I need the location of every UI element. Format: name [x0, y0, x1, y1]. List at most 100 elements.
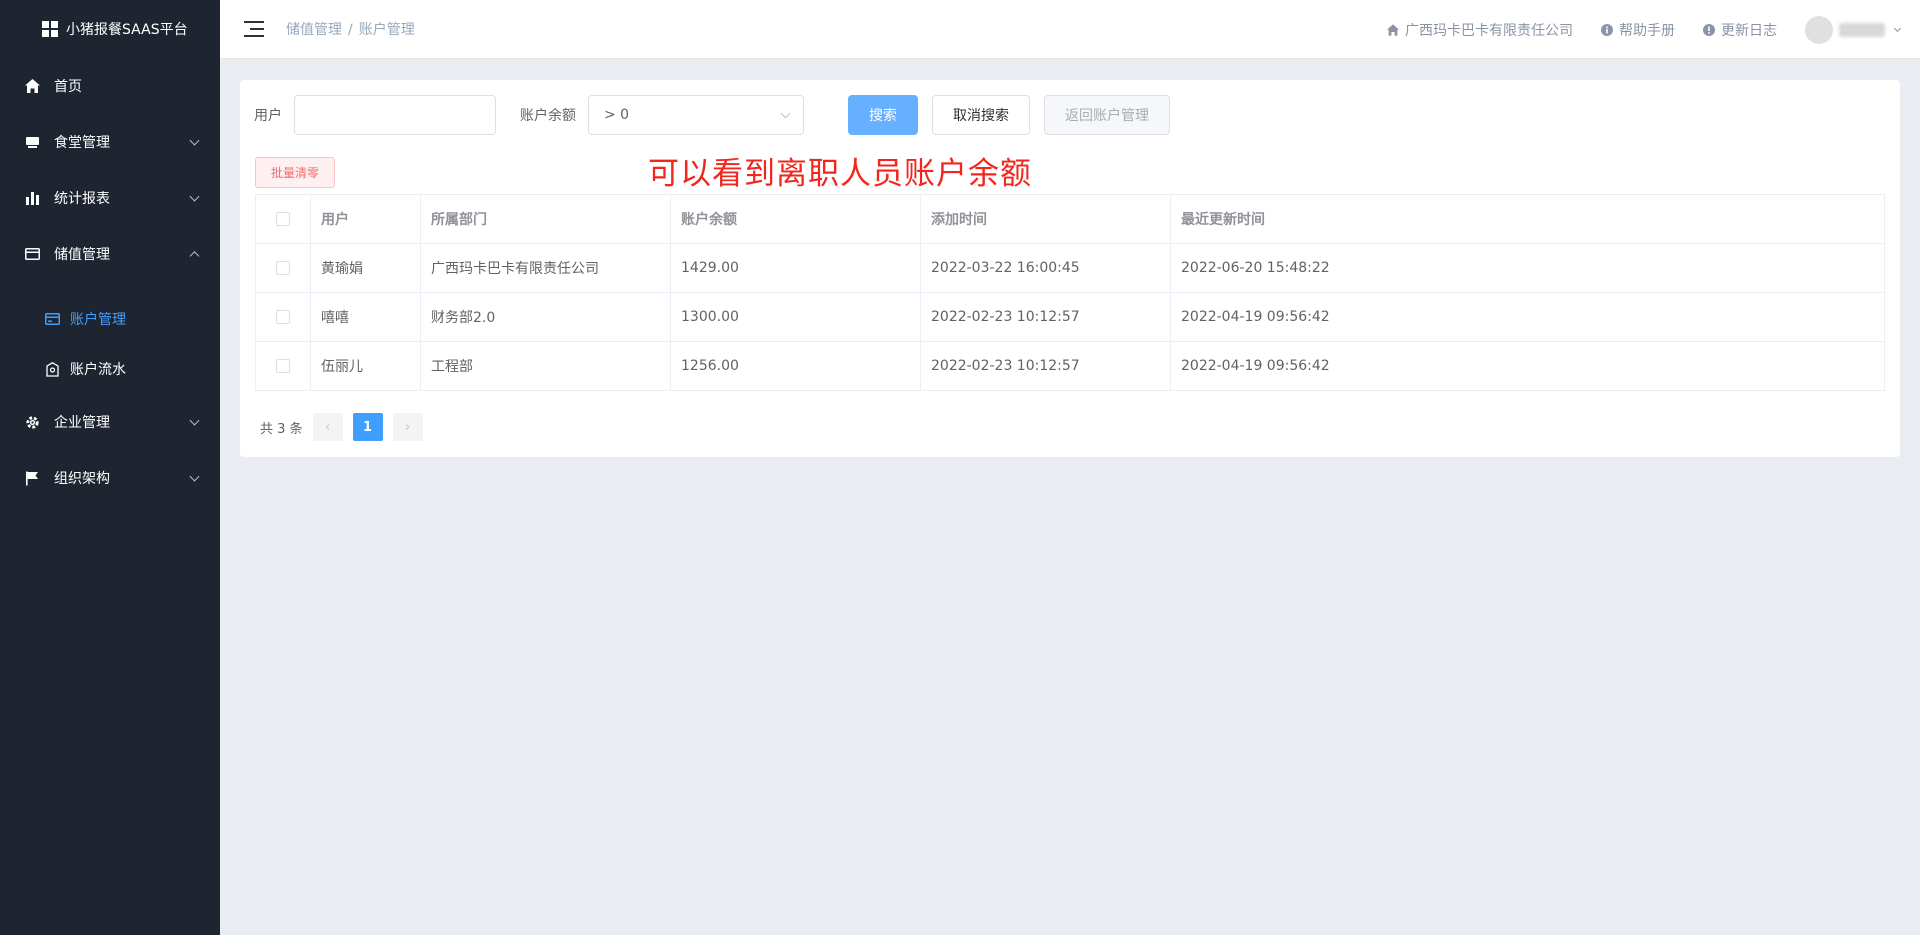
company-name: 广西玛卡巴卡有限责任公司	[1405, 22, 1573, 39]
cell-department: 财务部2.0	[420, 292, 671, 342]
changelog-label: 更新日志	[1721, 22, 1777, 39]
home-icon	[24, 78, 40, 94]
cell-department: 工程部	[420, 341, 671, 391]
table-row: 伍丽儿 工程部 1256.00 2022-02-23 10:12:57 2022…	[255, 341, 1885, 391]
sidebar-item-label: 食堂管理	[54, 135, 110, 151]
row-checkbox[interactable]	[276, 310, 290, 324]
sidebar-item-stored-value[interactable]: 储值管理	[0, 226, 220, 282]
card-icon	[24, 246, 40, 262]
chevron-down-icon	[1893, 24, 1902, 32]
chevron-down-icon	[780, 108, 791, 119]
user-menu[interactable]	[1805, 15, 1902, 44]
info-icon	[1601, 23, 1613, 36]
help-label: 帮助手册	[1619, 22, 1675, 39]
top-header: 储值管理 / 账户管理 广西玛卡巴卡有限责任公司 帮助手册 更新日志	[220, 0, 1920, 59]
column-header: 添加时间	[920, 194, 1171, 244]
cell-updated: 2022-06-20 15:48:22	[1170, 243, 1885, 293]
username-blurred	[1839, 22, 1885, 37]
sidebar-item-label: 储值管理	[54, 247, 110, 263]
back-to-accounts-button[interactable]: 返回账户管理	[1044, 95, 1170, 135]
sidebar-item-enterprise[interactable]: 企业管理	[0, 394, 220, 450]
changelog-link[interactable]: 更新日志	[1703, 20, 1777, 40]
main-card: 用户 账户余额 > 0 搜索 取消搜索 返回账户管理 批量清零 可以看到离职人员…	[240, 80, 1900, 457]
cell-balance: 1300.00	[670, 292, 921, 342]
wallet-icon	[44, 361, 60, 377]
brand-name: 小猪报餐SAAS平台	[66, 22, 188, 38]
prev-page-button[interactable]: ‹	[312, 413, 343, 441]
page-number-button[interactable]: 1	[352, 413, 383, 441]
pagination: 共 3 条 ‹ 1 ›	[260, 413, 423, 441]
balance-filter-label: 账户余额	[520, 108, 576, 124]
balance-filter-select[interactable]: > 0	[588, 95, 804, 135]
row-select-cell	[255, 243, 311, 293]
sidebar-item-canteen[interactable]: 食堂管理	[0, 114, 220, 170]
table-row: 黄瑜娟 广西玛卡巴卡有限责任公司 1429.00 2022-03-22 16:0…	[255, 243, 1885, 293]
select-all-checkbox[interactable]	[276, 212, 290, 226]
table-row: 嘻嘻 财务部2.0 1300.00 2022-02-23 10:12:57 20…	[255, 292, 1885, 342]
home-icon	[1387, 23, 1399, 36]
sidebar-subitem-account-flow[interactable]: 账户流水	[0, 344, 220, 394]
company-link[interactable]: 广西玛卡巴卡有限责任公司	[1387, 20, 1573, 40]
flag-icon	[24, 470, 40, 486]
row-select-cell	[255, 292, 311, 342]
sidebar-subitem-account-management[interactable]: 账户管理	[0, 294, 220, 344]
sidebar-item-home[interactable]: 首页	[0, 58, 220, 114]
chevron-down-icon	[189, 415, 200, 426]
search-button[interactable]: 搜索	[848, 95, 918, 135]
accounts-table: 用户 所属部门 账户余额 添加时间 最近更新时间 黄瑜娟 广西玛卡巴卡有限责任公…	[255, 194, 1885, 391]
gear-icon	[24, 414, 40, 430]
column-header: 最近更新时间	[1170, 194, 1885, 244]
table-header-row: 用户 所属部门 账户余额 添加时间 最近更新时间	[255, 194, 1885, 244]
chevron-up-icon	[189, 251, 200, 262]
cell-updated: 2022-04-19 09:56:42	[1170, 292, 1885, 342]
breadcrumb-item-current: 账户管理	[358, 22, 415, 38]
sidebar-subitem-label: 账户管理	[70, 312, 126, 328]
cell-user: 嘻嘻	[310, 292, 421, 342]
breadcrumb-item[interactable]: 储值管理	[286, 22, 342, 38]
avatar	[1805, 15, 1833, 44]
filter-row: 用户 账户余额 > 0 搜索 取消搜索 返回账户管理	[254, 95, 1184, 135]
cell-user: 黄瑜娟	[310, 243, 421, 293]
cell-user: 伍丽儿	[310, 341, 421, 391]
canteen-icon	[24, 134, 40, 150]
column-header: 用户	[310, 194, 421, 244]
chevron-down-icon	[189, 135, 200, 146]
chevron-down-icon	[189, 471, 200, 482]
sidebar-item-label: 组织架构	[54, 471, 110, 487]
batch-clear-button[interactable]: 批量清零	[255, 157, 335, 188]
sidebar-item-label: 企业管理	[54, 415, 110, 431]
sidebar: 小猪报餐SAAS平台 首页 食堂管理 统计报表 储值管理 账户管理 账户流水 企…	[0, 0, 220, 935]
brand[interactable]: 小猪报餐SAAS平台	[0, 0, 220, 58]
sidebar-item-reports[interactable]: 统计报表	[0, 170, 220, 226]
alert-icon	[1703, 23, 1715, 36]
cell-balance: 1256.00	[670, 341, 921, 391]
chevron-down-icon	[189, 191, 200, 202]
select-all-cell	[255, 194, 311, 244]
grid-logo-icon	[42, 21, 58, 37]
breadcrumb: 储值管理 / 账户管理	[286, 19, 415, 39]
row-select-cell	[255, 341, 311, 391]
user-filter-input[interactable]	[294, 95, 496, 135]
next-page-button[interactable]: ›	[392, 413, 423, 441]
sidebar-subitem-label: 账户流水	[70, 362, 126, 378]
cell-created: 2022-02-23 10:12:57	[920, 341, 1171, 391]
cell-updated: 2022-04-19 09:56:42	[1170, 341, 1885, 391]
annotation-text: 可以看到离职人员账户余额	[648, 156, 1032, 192]
bar-chart-icon	[24, 190, 40, 206]
column-header: 账户余额	[670, 194, 921, 244]
user-filter-label: 用户	[254, 108, 282, 124]
cell-created: 2022-03-22 16:00:45	[920, 243, 1171, 293]
sidebar-item-label: 首页	[54, 79, 82, 95]
credit-card-icon	[44, 311, 60, 327]
help-link[interactable]: 帮助手册	[1601, 20, 1675, 40]
balance-filter-value: > 0	[604, 107, 630, 123]
cell-created: 2022-02-23 10:12:57	[920, 292, 1171, 342]
menu-toggle-icon[interactable]	[244, 21, 264, 37]
cancel-search-button[interactable]: 取消搜索	[932, 95, 1030, 135]
row-checkbox[interactable]	[276, 359, 290, 373]
breadcrumb-separator: /	[348, 22, 353, 38]
cell-balance: 1429.00	[670, 243, 921, 293]
row-checkbox[interactable]	[276, 261, 290, 275]
pagination-total: 共 3 条	[260, 421, 303, 437]
sidebar-item-organization[interactable]: 组织架构	[0, 450, 220, 506]
